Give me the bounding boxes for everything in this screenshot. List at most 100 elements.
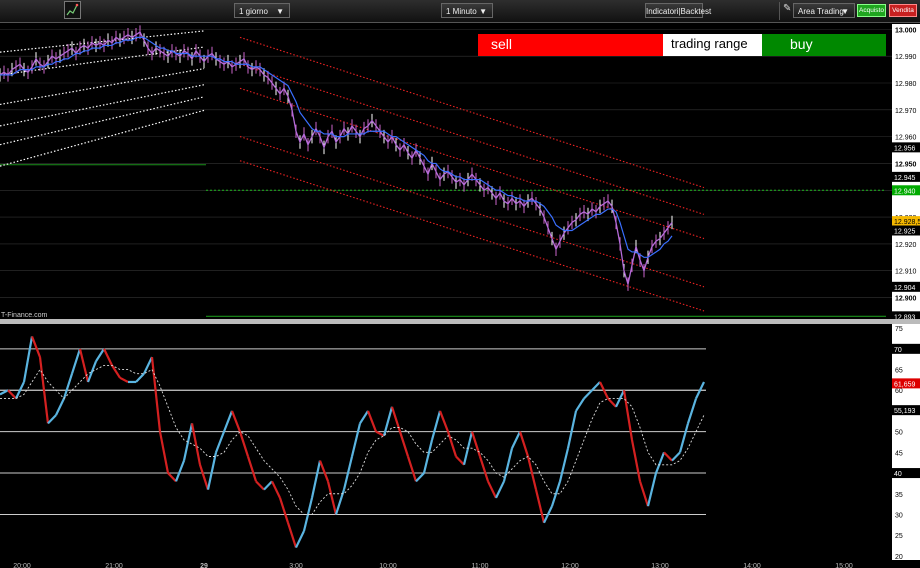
oscillator-segment: [78, 348, 90, 383]
price-tick-label: 13.000: [895, 27, 917, 34]
price-level-label: 12.940: [894, 188, 916, 195]
oscillator-segment: [318, 460, 330, 482]
white-band-line: [0, 109, 205, 167]
oscillator-segment: [238, 431, 250, 457]
oscillator-segment: [286, 522, 298, 548]
oscillator-segment: [455, 455, 465, 466]
time-tick-label: 20:00: [13, 563, 31, 568]
time-tick-label: 10:00: [379, 563, 397, 568]
buy-button[interactable]: Acquisto: [857, 4, 886, 17]
oscillator-segment: [55, 398, 65, 416]
time-tick-label: 21:00: [105, 563, 123, 568]
oscillator-segment: [158, 431, 170, 474]
red-band-line: [239, 36, 705, 189]
watermark: T-Finance.com: [1, 312, 48, 319]
indicators-button[interactable]: Indicatori|Backtest: [645, 3, 711, 18]
price-bands: [0, 30, 705, 312]
red-band-line: [239, 136, 705, 288]
oscillator-segment: [622, 390, 634, 441]
oscillator-tick-label: 50: [895, 430, 903, 437]
time-tick-label: 29: [200, 563, 208, 568]
oscillator-level-label: 61,659: [894, 381, 916, 388]
oscillator-segment: [30, 336, 42, 358]
oscillator-segment: [206, 452, 218, 490]
oscillator-segment: [214, 431, 226, 453]
oscillator-level-label: 70: [894, 347, 902, 354]
oscillator-segment: [70, 348, 82, 375]
toolbar-divider: [779, 2, 780, 20]
oscillator-segment: [495, 480, 505, 499]
oscillator-segment: [583, 389, 593, 400]
oscillator-segment: [135, 372, 145, 383]
oscillator-segment: [86, 360, 98, 383]
signal-range-label: trading range: [671, 36, 748, 51]
oscillator-segment: [422, 439, 434, 474]
price-level-label: 12.928,5: [894, 219, 920, 226]
oscillator-segment: [350, 423, 362, 457]
area-select[interactable]: Area Trading ▼: [793, 3, 855, 18]
interval-select[interactable]: 1 Minuto ▼: [441, 3, 493, 18]
price-tick-label: 12.990: [895, 54, 917, 61]
signal-sell-label: sell: [491, 36, 513, 52]
price-axis[interactable]: 13.000 12.990 12.980 12.970 12.960 12.950 12.9…: [892, 24, 920, 319]
oscillator-segment: [222, 410, 234, 433]
red-band-line: [239, 63, 705, 215]
oscillator-tick-label: 25: [895, 533, 903, 540]
interval-select-label: 1 Minuto: [446, 7, 477, 16]
oscillator-tick-label: 60: [895, 388, 903, 395]
oscillator-signal-line: [0, 364, 705, 515]
period-select[interactable]: 1 giorno ▼: [234, 3, 290, 18]
oscillator-segment: [654, 451, 666, 474]
price-level-label: 12.956: [894, 145, 916, 152]
signal-buy-label: buy: [790, 36, 813, 52]
oscillator-segment: [119, 376, 129, 383]
chevron-down-icon: ▼: [479, 7, 487, 16]
oscillator-level-label: 55,193: [894, 408, 916, 415]
indicators-button-label: Indicatori|Backtest: [646, 7, 712, 16]
price-series: [0, 25, 673, 291]
pencil-tool-icon[interactable]: ✎: [783, 3, 791, 14]
white-band-line: [0, 30, 205, 53]
oscillator-segment: [575, 397, 585, 412]
oscillator-segment: [630, 439, 642, 482]
price-chart[interactable]: [0, 24, 892, 319]
oscillator-segment: [0, 389, 9, 396]
price-tick-label: 12.900: [895, 296, 917, 303]
time-axis: 20:00 21:00 29 3:00 10:00 11:00 12:00 13:00 14:0…: [0, 560, 920, 568]
oscillator-segment: [398, 431, 410, 457]
oscillator-segment: [566, 410, 578, 449]
oscillator-segment: [518, 431, 530, 457]
oscillator-gridlines: [0, 348, 706, 515]
area-select-label: Area Trading: [798, 7, 844, 16]
oscillator-segment: [487, 480, 497, 499]
price-line: [0, 31, 673, 285]
oscillator-segment: [470, 431, 482, 457]
oscillator-tick-label: 65: [895, 368, 903, 375]
oscillator-segment: [198, 464, 210, 490]
sell-button[interactable]: Vendita: [889, 4, 917, 17]
oscillator-segment: [686, 398, 698, 424]
price-tick-label: 12.920: [895, 242, 917, 249]
oscillator-segment: [278, 497, 290, 524]
price-level-label: 12.904: [894, 285, 916, 292]
red-band-line: [239, 160, 705, 312]
signal-sell: sell: [478, 34, 663, 56]
oscillator-segment: [406, 456, 418, 482]
oscillator-segment: [47, 414, 57, 425]
oscillator-segment: [150, 357, 162, 432]
oscillator-segment: [678, 423, 690, 453]
oscillator-chart[interactable]: [0, 324, 892, 560]
oscillator-axis[interactable]: 7570656055504540353025207061,65955,19340: [892, 324, 920, 560]
white-band-line: [0, 96, 205, 146]
price-level-label: 12.945: [894, 175, 916, 182]
time-tick-label: 3:00: [289, 563, 303, 568]
price-tick-label: 12.960: [895, 135, 917, 142]
oscillator-segment: [607, 397, 617, 408]
period-select-label: 1 giorno: [239, 7, 268, 16]
oscillator-segment: [534, 489, 546, 523]
oscillator-segment: [7, 389, 17, 400]
oscillator-segment: [638, 480, 650, 507]
chart-type-icon[interactable]: [64, 1, 81, 19]
oscillator-segment: [295, 530, 305, 549]
white-band-line: [0, 84, 205, 127]
